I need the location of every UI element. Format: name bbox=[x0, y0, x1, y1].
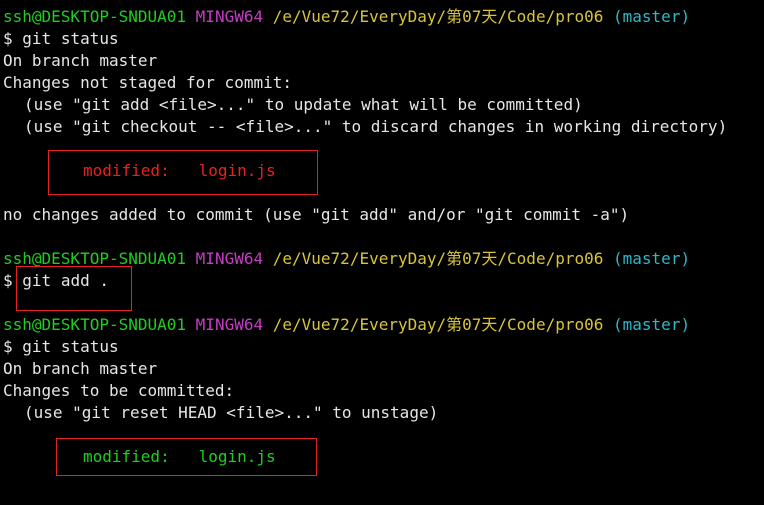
prompt-line: ssh@DESKTOP-SNDUA01 MINGW64 /e/Vue72/Eve… bbox=[3, 6, 764, 28]
file-name: login.js bbox=[198, 447, 276, 466]
prompt-branch: (master) bbox=[613, 249, 691, 268]
command-text: git add . bbox=[22, 271, 109, 290]
output-on-branch: On branch master bbox=[3, 51, 158, 70]
command-line: $ git status bbox=[3, 336, 764, 358]
unstaged-file-line: modified: login.js bbox=[3, 160, 764, 182]
file-status: modified: bbox=[83, 161, 170, 180]
command-text: git status bbox=[22, 337, 119, 356]
command-line: $ git status bbox=[3, 28, 764, 50]
prompt-path: /e/Vue72/EveryDay/第07天/Code/pro06 bbox=[272, 249, 604, 268]
output-hint: (use "git reset HEAD <file>..." to unsta… bbox=[24, 403, 439, 422]
prompt-path: /e/Vue72/EveryDay/第07天/Code/pro06 bbox=[272, 315, 604, 334]
prompt-symbol: $ bbox=[3, 337, 13, 356]
prompt-branch: (master) bbox=[613, 315, 691, 334]
prompt-symbol: $ bbox=[3, 29, 13, 48]
terminal-window[interactable]: ssh@DESKTOP-SNDUA01 MINGW64 /e/Vue72/Eve… bbox=[0, 0, 764, 505]
staged-file-line: modified: login.js bbox=[3, 446, 764, 468]
prompt-shell: MINGW64 bbox=[195, 249, 264, 268]
prompt-path: /e/Vue72/EveryDay/第07天/Code/pro06 bbox=[272, 7, 604, 26]
prompt-shell: MINGW64 bbox=[195, 315, 264, 334]
prompt-shell: MINGW64 bbox=[195, 7, 264, 26]
prompt-branch: (master) bbox=[613, 7, 691, 26]
output-on-branch: On branch master bbox=[3, 359, 158, 378]
command-text: git status bbox=[22, 29, 119, 48]
prompt-line: ssh@DESKTOP-SNDUA01 MINGW64 /e/Vue72/Eve… bbox=[3, 248, 764, 270]
output-hint: (use "git add <file>..." to update what … bbox=[24, 95, 583, 114]
file-status: modified: bbox=[83, 447, 170, 466]
output-hint: (use "git checkout -- <file>..." to disc… bbox=[24, 117, 728, 136]
prompt-symbol: $ bbox=[3, 271, 13, 290]
output-changes-header: Changes to be committed: bbox=[3, 381, 235, 400]
prompt-user-host: ssh@DESKTOP-SNDUA01 bbox=[3, 249, 187, 268]
prompt-user-host: ssh@DESKTOP-SNDUA01 bbox=[3, 315, 187, 334]
file-name: login.js bbox=[198, 161, 276, 180]
prompt-line: ssh@DESKTOP-SNDUA01 MINGW64 /e/Vue72/Eve… bbox=[3, 314, 764, 336]
command-line: $ git add . bbox=[3, 270, 764, 292]
output-changes-header: Changes not staged for commit: bbox=[3, 73, 292, 92]
output-footer: no changes added to commit (use "git add… bbox=[3, 205, 630, 224]
prompt-user-host: ssh@DESKTOP-SNDUA01 bbox=[3, 7, 187, 26]
